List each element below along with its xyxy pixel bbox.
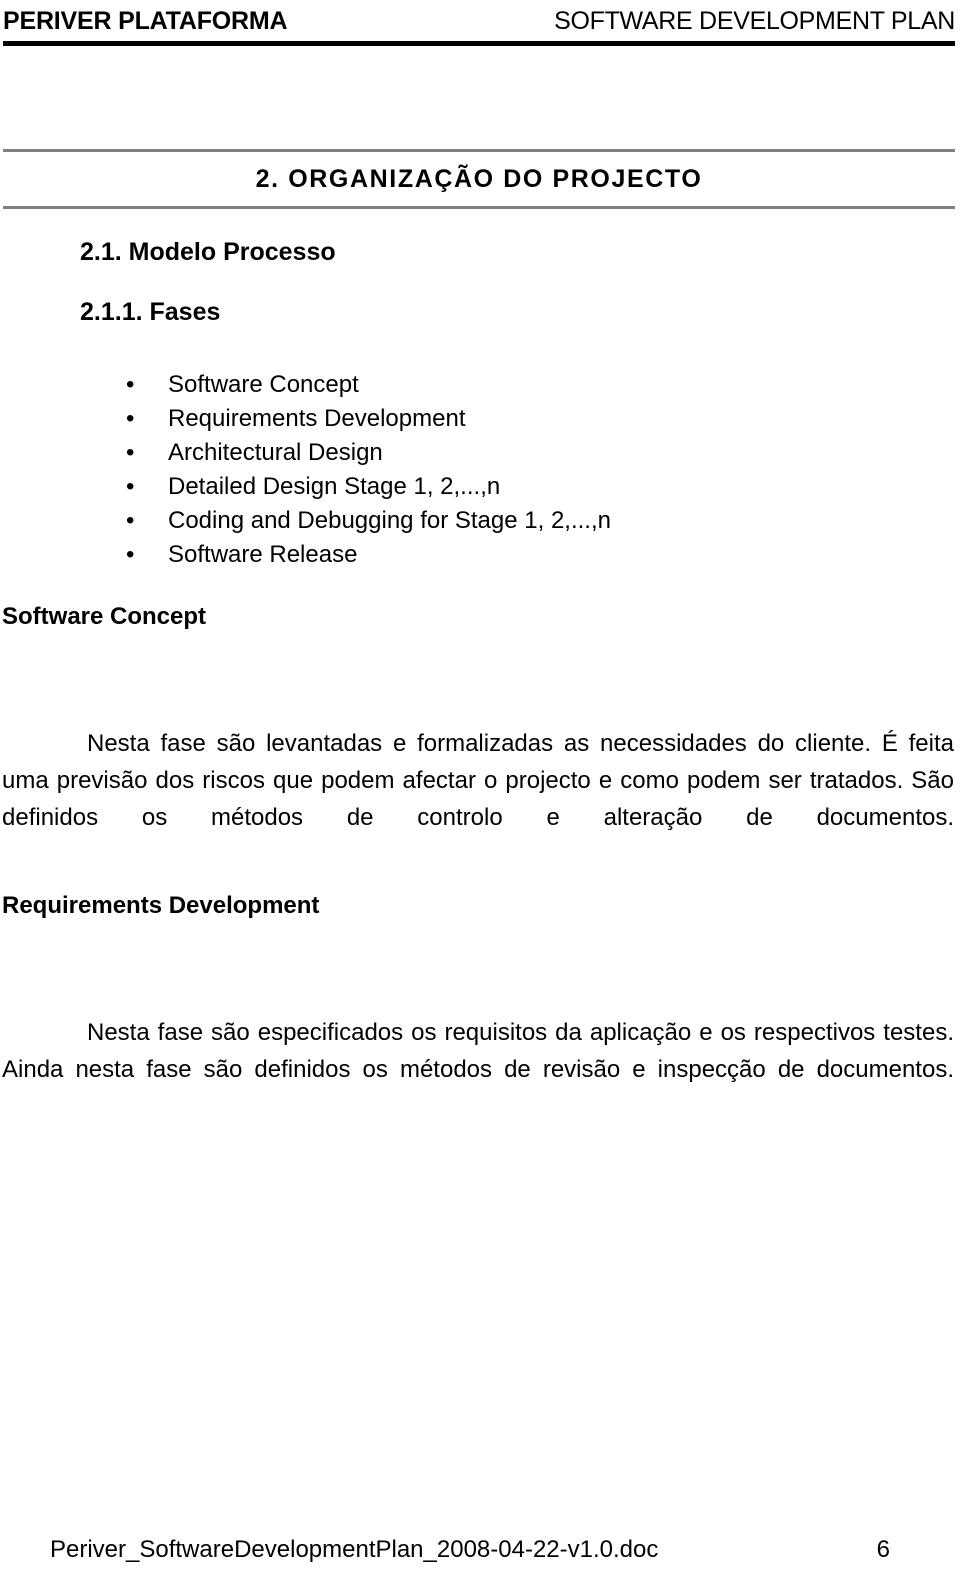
header-right-title: SOFTWARE DEVELOPMENT PLAN bbox=[554, 7, 955, 35]
list-item-label: Architectural Design bbox=[168, 439, 383, 466]
document-header: PERIVER PLATAFORMA SOFTWARE DEVELOPMENT … bbox=[3, 6, 955, 46]
section-title-block: 2. ORGANIZAÇÃO DO PROJECTO bbox=[3, 149, 955, 209]
footer-file-name: Periver_SoftwareDevelopmentPlan_2008-04-… bbox=[50, 1536, 659, 1563]
bullet-icon: • bbox=[126, 405, 135, 432]
list-item: • Software Concept bbox=[110, 368, 870, 402]
bullet-icon: • bbox=[126, 439, 135, 466]
bullet-icon: • bbox=[126, 541, 135, 568]
list-item: • Software Release bbox=[110, 538, 870, 572]
document-footer: Periver_SoftwareDevelopmentPlan_2008-04-… bbox=[50, 1535, 908, 1565]
list-item: • Detailed Design Stage 1, 2,...,n bbox=[110, 470, 870, 504]
bullet-icon: • bbox=[126, 371, 135, 398]
bullet-icon: • bbox=[126, 473, 135, 500]
phase-heading-software-concept: Software Concept bbox=[2, 603, 207, 630]
phase-body-requirements-development: Nesta fase são especificados os requisit… bbox=[2, 1019, 954, 1083]
list-item-label: Software Concept bbox=[168, 371, 359, 398]
section-title: 2. ORGANIZAÇÃO DO PROJECTO bbox=[255, 165, 703, 193]
phase-bullet-list: • Software Concept • Requirements Develo… bbox=[110, 368, 870, 572]
footer-page-number: 6 bbox=[876, 1536, 890, 1563]
list-item-label: Requirements Development bbox=[168, 405, 466, 432]
list-item-label: Coding and Debugging for Stage 1, 2,...,… bbox=[168, 507, 611, 534]
list-item: • Architectural Design bbox=[110, 436, 870, 470]
header-left-title: PERIVER PLATAFORMA bbox=[3, 7, 288, 35]
document-page: PERIVER PLATAFORMA SOFTWARE DEVELOPMENT … bbox=[0, 0, 960, 1573]
phase-body-software-concept: Nesta fase são levantadas e formalizadas… bbox=[2, 730, 954, 831]
subheading-fases: 2.1.1. Fases bbox=[80, 298, 221, 326]
list-item-label: Detailed Design Stage 1, 2,...,n bbox=[168, 473, 501, 500]
subheading-modelo-processo: 2.1. Modelo Processo bbox=[80, 238, 336, 266]
list-item: • Requirements Development bbox=[110, 402, 870, 436]
list-item: • Coding and Debugging for Stage 1, 2,..… bbox=[110, 504, 870, 538]
bullet-icon: • bbox=[126, 507, 135, 534]
list-item-label: Software Release bbox=[168, 541, 358, 568]
phase-heading-requirements-development: Requirements Development bbox=[2, 892, 320, 919]
